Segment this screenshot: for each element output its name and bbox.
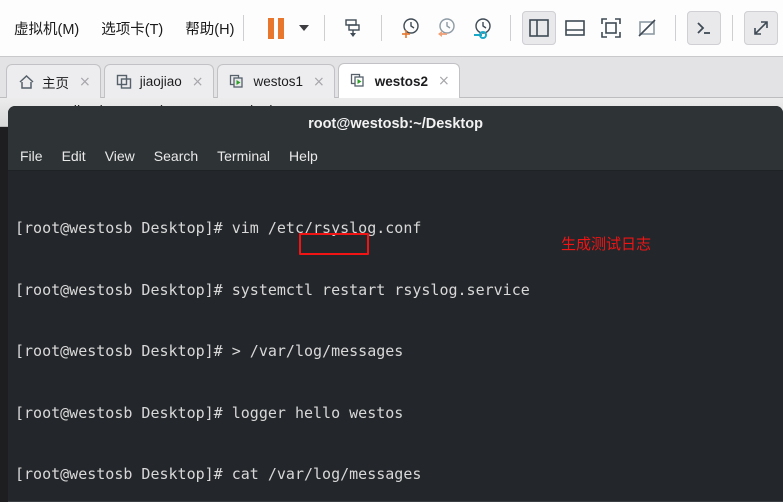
tab-westos2[interactable]: westos2 × <box>337 63 460 98</box>
no-stretch-icon <box>638 19 656 37</box>
tab-label: 主页 <box>42 75 69 91</box>
terminal-line: [root@westosb Desktop]# > /var/log/messa… <box>15 342 404 360</box>
stretch-guest-button[interactable] <box>630 11 664 45</box>
terminal-line: [root@westosb Desktop]# vim /etc/rsyslog… <box>15 219 422 237</box>
menu-help[interactable]: 帮助(H) <box>185 18 234 39</box>
menu-virtual-machine[interactable]: 虚拟机(M) <box>14 18 79 39</box>
show-console-view-button[interactable] <box>558 11 592 45</box>
pause-icon <box>268 17 285 39</box>
tab-close-icon[interactable]: × <box>310 75 325 89</box>
snapshot-revert-button[interactable] <box>429 11 463 45</box>
terminal-menu-search[interactable]: Search <box>154 148 198 164</box>
clock-wrench-icon <box>474 18 492 39</box>
terminal-title-text: root@westosb:~/Desktop <box>308 116 483 132</box>
panel-bottom-icon <box>565 20 586 36</box>
toolbar-separator <box>675 15 677 41</box>
vm-play-icon <box>350 73 364 87</box>
guest-screen: Applications Places Terminal root <box>0 98 783 502</box>
terminal-menubar: File Edit View Search Terminal Help <box>8 142 783 171</box>
toolbar-separator <box>381 15 383 41</box>
toolbar-separator <box>510 15 512 41</box>
show-sidebar-button[interactable] <box>522 11 557 45</box>
tab-label: westos2 <box>374 73 429 89</box>
terminal-prompt-icon <box>697 22 711 34</box>
panel-left-icon <box>529 19 550 37</box>
vmware-workstation-window: 虚拟机(M) 选项卡(T) 帮助(H) 主页 × jiaojiao × west… <box>0 0 783 502</box>
terminal-menu-help[interactable]: Help <box>289 148 318 164</box>
terminal-menu-view[interactable]: View <box>105 148 135 164</box>
fullscreen-button[interactable] <box>744 11 779 45</box>
tab-close-icon[interactable]: × <box>189 75 204 89</box>
terminal-menu-file[interactable]: File <box>20 148 43 164</box>
tab-home[interactable]: 主页 × <box>6 64 101 98</box>
expand-arrows-icon <box>754 21 769 35</box>
snapshot-take-button[interactable] <box>336 11 370 45</box>
snapshot-manager-button[interactable] <box>465 11 499 45</box>
pause-button[interactable] <box>259 11 293 45</box>
menu-tabs[interactable]: 选项卡(T) <box>101 18 163 39</box>
home-icon <box>19 74 34 89</box>
snapshot-icon <box>345 19 361 37</box>
snapshot-add-button[interactable] <box>393 11 427 45</box>
tab-westos1[interactable]: westos1 × <box>216 64 335 98</box>
terminal-line: [root@westosb Desktop]# cat /var/log/mes… <box>15 465 422 483</box>
vmware-toolbar-buttons <box>253 11 783 45</box>
terminal-menu-edit[interactable]: Edit <box>62 148 86 164</box>
unity-console-button[interactable] <box>687 11 722 45</box>
vm-tab-strip: 主页 × jiaojiao × westos1 × westos2 × <box>0 57 783 98</box>
toolbar-separator <box>243 15 245 41</box>
tab-label: westos1 <box>253 74 304 89</box>
terminal-output[interactable]: [root@westosb Desktop]# vim /etc/rsyslog… <box>8 171 783 502</box>
clock-plus-icon <box>402 18 420 38</box>
terminal-line: [root@westosb Desktop]# logger hello wes… <box>15 403 404 422</box>
vm-play-icon <box>229 74 243 88</box>
tab-close-icon[interactable]: × <box>76 75 91 89</box>
tab-jiaojiao[interactable]: jiaojiao × <box>103 64 214 98</box>
clock-revert-icon <box>438 18 456 37</box>
fit-window-icon <box>601 18 622 38</box>
vmware-menubar: 虚拟机(M) 选项卡(T) 帮助(H) <box>0 18 234 39</box>
terminal-titlebar: root@westosb:~/Desktop <box>8 106 783 142</box>
terminal-menu-terminal[interactable]: Terminal <box>217 148 270 164</box>
terminal-line: [root@westosb Desktop]# systemctl restar… <box>15 280 530 299</box>
fit-guest-button[interactable] <box>594 11 628 45</box>
toolbar-separator <box>732 15 734 41</box>
toolbar-separator <box>324 15 326 41</box>
tab-close-icon[interactable]: × <box>435 74 450 88</box>
windows-stack-icon <box>116 74 131 89</box>
vmware-toolbar: 虚拟机(M) 选项卡(T) 帮助(H) <box>0 0 783 57</box>
terminal-window: root@westosb:~/Desktop File Edit View Se… <box>8 106 783 502</box>
annotation-text: 生成测试日志 <box>561 235 652 253</box>
tab-label: jiaojiao <box>139 74 182 89</box>
power-dropdown-chevron-down-icon[interactable] <box>299 25 310 31</box>
